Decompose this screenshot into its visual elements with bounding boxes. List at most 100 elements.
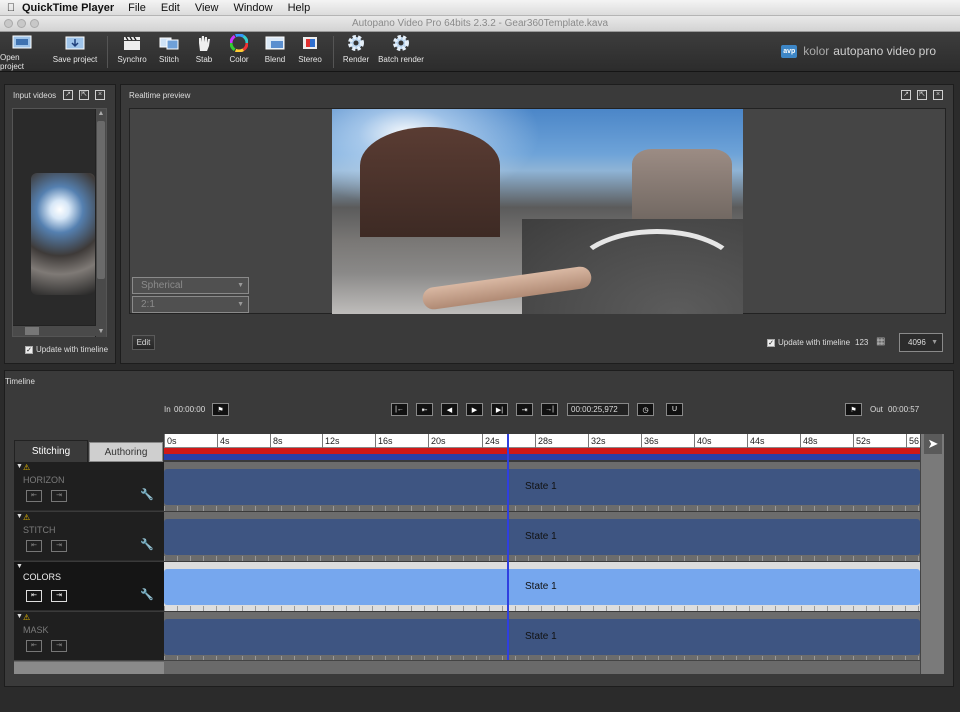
go-to-out-button[interactable]: →| <box>541 403 558 416</box>
close-icon[interactable]: × <box>95 90 105 100</box>
color-button[interactable]: Color <box>224 34 254 70</box>
work-area-bar[interactable] <box>164 454 920 460</box>
timeline-vertical-scrollbar[interactable]: ➤ <box>920 434 944 674</box>
checkbox-checked-icon[interactable]: ✓ <box>25 345 33 354</box>
track-lane-stitch[interactable]: State 1 <box>164 512 920 561</box>
next-keyframe-button[interactable]: ⇥ <box>516 403 533 416</box>
ruler-tick: 8s <box>270 434 283 448</box>
next-key-icon[interactable]: ⇥ <box>51 640 67 652</box>
scroll-thumb[interactable] <box>14 662 164 674</box>
input-videos-list[interactable]: ▲ ▼ <box>12 108 107 337</box>
detach-icon[interactable]: ↗ <box>63 90 73 100</box>
current-time-field[interactable]: 00:00:25,972 <box>567 403 629 416</box>
track-lane-horizon[interactable]: State 1 <box>164 462 920 511</box>
input-update-with-timeline[interactable]: ✓ Update with timeline <box>25 345 108 354</box>
state-clip[interactable]: State 1 <box>164 619 920 655</box>
track-header-colors[interactable]: ▼ COLORS ⇤ ⇥ 🔧 <box>14 562 164 611</box>
track-header-horizon[interactable]: ▼ ⚠ HORIZON ⇤ ⇥ 🔧 <box>14 462 164 511</box>
stitch-button[interactable]: Stitch <box>155 34 183 70</box>
stereo-button[interactable]: Stereo <box>295 34 325 70</box>
menu-file[interactable]: File <box>128 2 146 14</box>
loop-button[interactable]: U <box>666 403 683 416</box>
apple-icon[interactable]:  <box>0 2 22 14</box>
wrench-icon[interactable]: 🔧 <box>140 588 154 601</box>
menu-view[interactable]: View <box>195 2 219 14</box>
step-back-button[interactable]: ◀ <box>441 403 458 416</box>
previous-keyframe-button[interactable]: ⇤ <box>416 403 433 416</box>
preview-update-with-timeline[interactable]: ✓ Update with timeline <box>767 338 850 347</box>
flag-icon: ⚑ <box>217 406 224 414</box>
grid-icon[interactable]: ▦ <box>876 336 885 347</box>
scroll-thumb[interactable] <box>97 121 105 279</box>
previous-key-icon[interactable]: ⇤ <box>26 540 42 552</box>
pointer-icon[interactable]: ➤ <box>924 434 942 454</box>
collapse-triangle-icon[interactable]: ▼ <box>16 563 23 570</box>
track-header-stitch[interactable]: ▼ ⚠ STITCH ⇤ ⇥ 🔧 <box>14 512 164 561</box>
zoom-window-button[interactable] <box>30 19 39 28</box>
track-name: HORIZON <box>23 475 65 485</box>
clock-button[interactable]: ◷ <box>637 403 654 416</box>
track-lane-mask[interactable]: State 1 <box>164 612 920 661</box>
synchro-button[interactable]: Synchro <box>115 34 149 70</box>
timeline-horizontal-scrollbar[interactable] <box>14 660 920 674</box>
track-lane-colors[interactable]: State 1 <box>164 562 920 611</box>
input-horizontal-scrollbar[interactable] <box>13 325 96 336</box>
previous-key-icon[interactable]: ⇤ <box>26 490 42 502</box>
checkbox-checked-icon[interactable]: ✓ <box>767 338 775 347</box>
collapse-triangle-icon[interactable]: ▼ <box>16 463 23 470</box>
resolution-dropdown[interactable]: 4096 ▼ <box>899 333 943 352</box>
scroll-thumb[interactable] <box>25 327 39 335</box>
next-key-icon[interactable]: ⇥ <box>51 540 67 552</box>
input-video-thumbnail[interactable] <box>31 173 95 295</box>
scroll-down-icon[interactable]: ▼ <box>96 327 106 337</box>
playhead[interactable] <box>507 434 509 660</box>
set-out-flag-button[interactable]: ⚑ <box>845 403 862 416</box>
state-clip[interactable]: State 1 <box>164 519 920 555</box>
batch-render-button[interactable]: Batch render <box>377 34 425 70</box>
wrench-icon[interactable]: 🔧 <box>140 488 154 501</box>
stab-button[interactable]: Stab <box>190 34 218 70</box>
close-icon[interactable]: × <box>933 90 943 100</box>
previous-key-icon[interactable]: ⇤ <box>26 590 42 602</box>
projection-dropdown[interactable]: Spherical ▼ <box>132 277 249 294</box>
panorama-preview-image[interactable] <box>332 109 743 314</box>
maximize-icon[interactable]: ⇱ <box>79 90 89 100</box>
maximize-icon[interactable]: ⇱ <box>917 90 927 100</box>
open-project-button[interactable]: Open project <box>0 34 44 71</box>
previous-key-icon[interactable]: ⇤ <box>26 640 42 652</box>
keyframe-pips <box>164 556 920 561</box>
render-button[interactable]: Render <box>340 34 372 70</box>
next-key-icon[interactable]: ⇥ <box>51 490 67 502</box>
timeline-ruler[interactable]: 0s 4s 8s 12s 16s 20s 24s 28s 32s 36s 40s… <box>164 434 920 448</box>
minimize-window-button[interactable] <box>17 19 26 28</box>
track-header-mask[interactable]: ▼ ⚠ MASK ⇤ ⇥ <box>14 612 164 661</box>
play-button[interactable]: ▶ <box>466 403 483 416</box>
menu-window[interactable]: Window <box>233 2 272 14</box>
set-in-flag-button[interactable]: ⚑ <box>212 403 229 416</box>
menu-edit[interactable]: Edit <box>161 2 180 14</box>
menu-help[interactable]: Help <box>288 2 311 14</box>
collapse-triangle-icon[interactable]: ▼ <box>16 613 23 620</box>
window-titlebar: Autopano Video Pro 64bits 2.3.2 - Gear36… <box>0 16 960 32</box>
edit-button[interactable]: Edit <box>132 335 155 350</box>
tab-stitching[interactable]: Stitching <box>14 440 88 462</box>
scroll-up-icon[interactable]: ▲ <box>96 109 106 119</box>
next-key-icon[interactable]: ⇥ <box>51 590 67 602</box>
open-project-label: Open project <box>0 53 25 71</box>
input-vertical-scrollbar[interactable]: ▲ ▼ <box>95 109 106 337</box>
state-clip[interactable]: State 1 <box>164 469 920 505</box>
ratio-dropdown[interactable]: 2:1 ▼ <box>132 296 249 313</box>
out-time: 00:00:57 <box>888 405 920 414</box>
state-clip[interactable]: State 1 <box>164 569 920 605</box>
stereo-label: Stereo <box>298 55 322 64</box>
menu-app-name[interactable]: QuickTime Player <box>22 2 114 14</box>
save-project-button[interactable]: Save project <box>52 34 98 70</box>
step-forward-button[interactable]: ▶| <box>491 403 508 416</box>
detach-icon[interactable]: ↗ <box>901 90 911 100</box>
go-to-in-button[interactable]: |← <box>391 403 408 416</box>
collapse-triangle-icon[interactable]: ▼ <box>16 513 23 520</box>
close-window-button[interactable] <box>4 19 13 28</box>
tab-authoring[interactable]: Authoring <box>89 442 163 462</box>
blend-button[interactable]: Blend <box>260 34 290 70</box>
wrench-icon[interactable]: 🔧 <box>140 538 154 551</box>
